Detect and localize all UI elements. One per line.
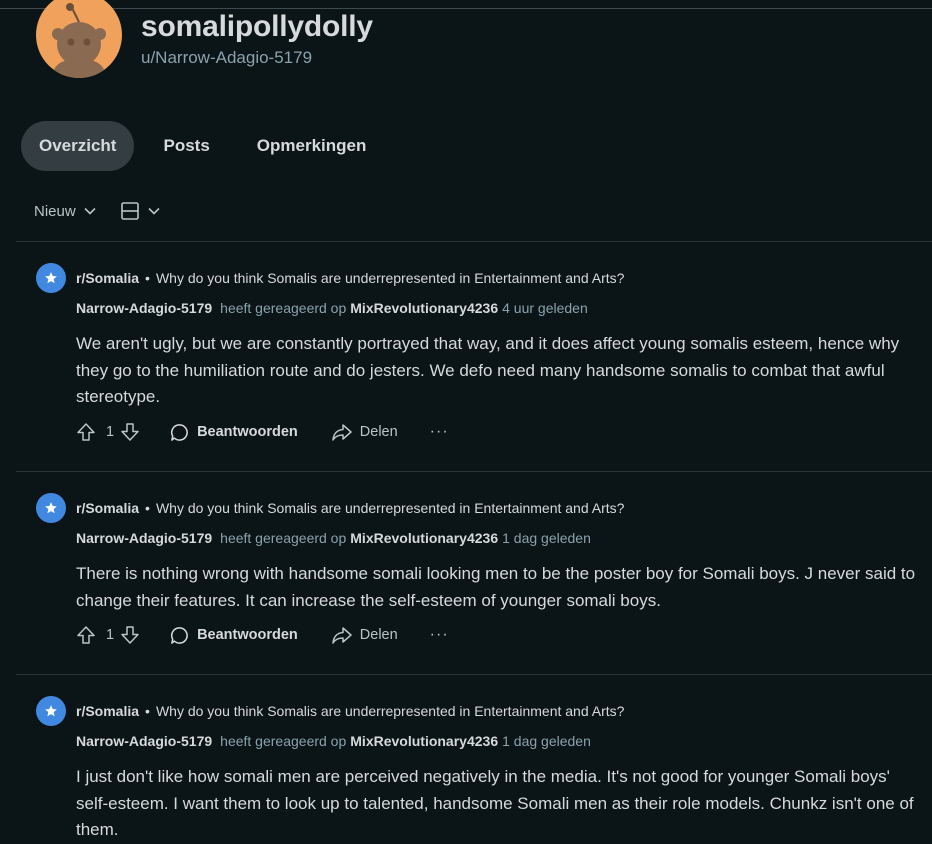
reply-button[interactable]: Beantwoorden [170,626,298,645]
post-title-link[interactable]: Why do you think Somalis are underrepres… [156,500,624,516]
subreddit-icon[interactable] [36,493,66,523]
separator-dot: • [145,500,150,516]
reply-label: Beantwoorden [197,627,298,643]
action-text: heeft gereageerd op [220,300,347,316]
timestamp: 1 dag geleden [502,733,591,749]
author-link[interactable]: Narrow-Adagio-5179 [76,300,212,316]
comment-body: I just don't like how somali men are per… [76,767,914,839]
author-link[interactable]: Narrow-Adagio-5179 [76,733,212,749]
comment-context: r/Somalia • Why do you think Somalis are u… [76,270,624,286]
target-user-link[interactable]: MixRevolutionary4236 [350,300,498,316]
comment-byline: Narrow-Adagio-5179 heeft gereageerd op Mix… [76,733,591,749]
post-title-link[interactable]: Why do you think Somalis are underrepres… [156,270,624,286]
more-options-button[interactable]: ··· [430,626,449,644]
star-icon [45,502,57,514]
comment-card[interactable]: r/Somalia • Why do you think Somalis are u… [36,696,922,841]
comment-context: r/Somalia • Why do you think Somalis are u… [76,500,624,516]
profile-display-name: somalipollydolly [141,10,373,43]
tab-overzicht[interactable]: Overzicht [21,121,135,171]
downvote-icon[interactable] [120,625,140,645]
vote-count: 1 [106,627,115,643]
target-user-link[interactable]: MixRevolutionary4236 [350,733,498,749]
subreddit-link[interactable]: r/Somalia [76,500,139,516]
comment-bubble-icon [171,626,188,644]
downvote-icon[interactable] [120,422,140,442]
vote-control: 1 [76,625,140,645]
action-text: heeft gereageerd op [220,530,347,546]
star-icon [45,705,57,717]
separator-dot: • [145,270,150,286]
divider [16,674,932,675]
vote-count: 1 [106,424,115,440]
comment-card[interactable]: r/Somalia • Why do you think Somalis are u… [36,493,922,653]
divider [16,471,932,472]
comment-bubble-icon [171,423,188,441]
divider [16,241,932,242]
header-divider [0,8,932,9]
action-text: heeft gereageerd op [220,733,347,749]
separator-dot: • [145,703,150,719]
subreddit-link[interactable]: r/Somalia [76,703,139,719]
timestamp: 1 dag geleden [502,530,591,546]
target-user-link[interactable]: MixRevolutionary4236 [350,530,498,546]
view-layout-dropdown[interactable] [120,201,160,221]
reply-label: Beantwoorden [197,424,298,440]
profile-handle: u/Narrow-Adagio-5179 [141,48,313,67]
subreddit-link[interactable]: r/Somalia [76,270,139,286]
tab-opmerkingen[interactable]: Opmerkingen [239,121,385,171]
tab-posts[interactable]: Posts [145,121,227,171]
comment-actions: 1 Beantwoorden Delen ··· [76,624,449,646]
sort-bar: Nieuw [34,198,160,224]
post-title-link[interactable]: Why do you think Somalis are underrepres… [156,703,624,719]
upvote-icon[interactable] [76,422,96,442]
comment-body: We aren't ugly, but we are constantly po… [76,334,900,406]
profile-tabs: Overzicht Posts Opmerkingen [21,121,395,171]
share-button[interactable]: Delen [332,626,398,644]
vote-control: 1 [76,422,140,442]
sort-label: Nieuw [34,202,76,220]
chevron-down-icon [84,207,96,215]
star-icon [45,272,57,284]
comment-body: There is nothing wrong with handsome som… [76,564,916,610]
share-button[interactable]: Delen [332,423,398,441]
share-label: Delen [359,627,398,643]
author-link[interactable]: Narrow-Adagio-5179 [76,530,212,546]
card-view-icon [120,202,139,220]
sort-dropdown[interactable]: Nieuw [34,203,96,220]
comment-byline: Narrow-Adagio-5179 heeft gereageerd op Mix… [76,300,588,316]
more-options-button[interactable]: ··· [430,423,449,441]
avatar[interactable] [36,0,122,78]
subreddit-icon[interactable] [36,696,66,726]
reply-button[interactable]: Beantwoorden [170,423,298,442]
subreddit-icon[interactable] [36,263,66,293]
upvote-icon[interactable] [76,625,96,645]
comment-actions: 1 Beantwoorden Delen ··· [76,421,449,443]
chevron-down-icon [148,207,160,215]
comment-byline: Narrow-Adagio-5179 heeft gereageerd op Mix… [76,530,591,546]
share-icon [332,627,352,644]
snoo-avatar-icon [52,3,106,78]
share-label: Delen [359,424,398,440]
comment-context: r/Somalia • Why do you think Somalis are u… [76,703,624,719]
comment-card[interactable]: r/Somalia • Why do you think Somalis are u… [36,263,922,453]
timestamp: 4 uur geleden [502,300,588,316]
share-icon [332,424,352,441]
